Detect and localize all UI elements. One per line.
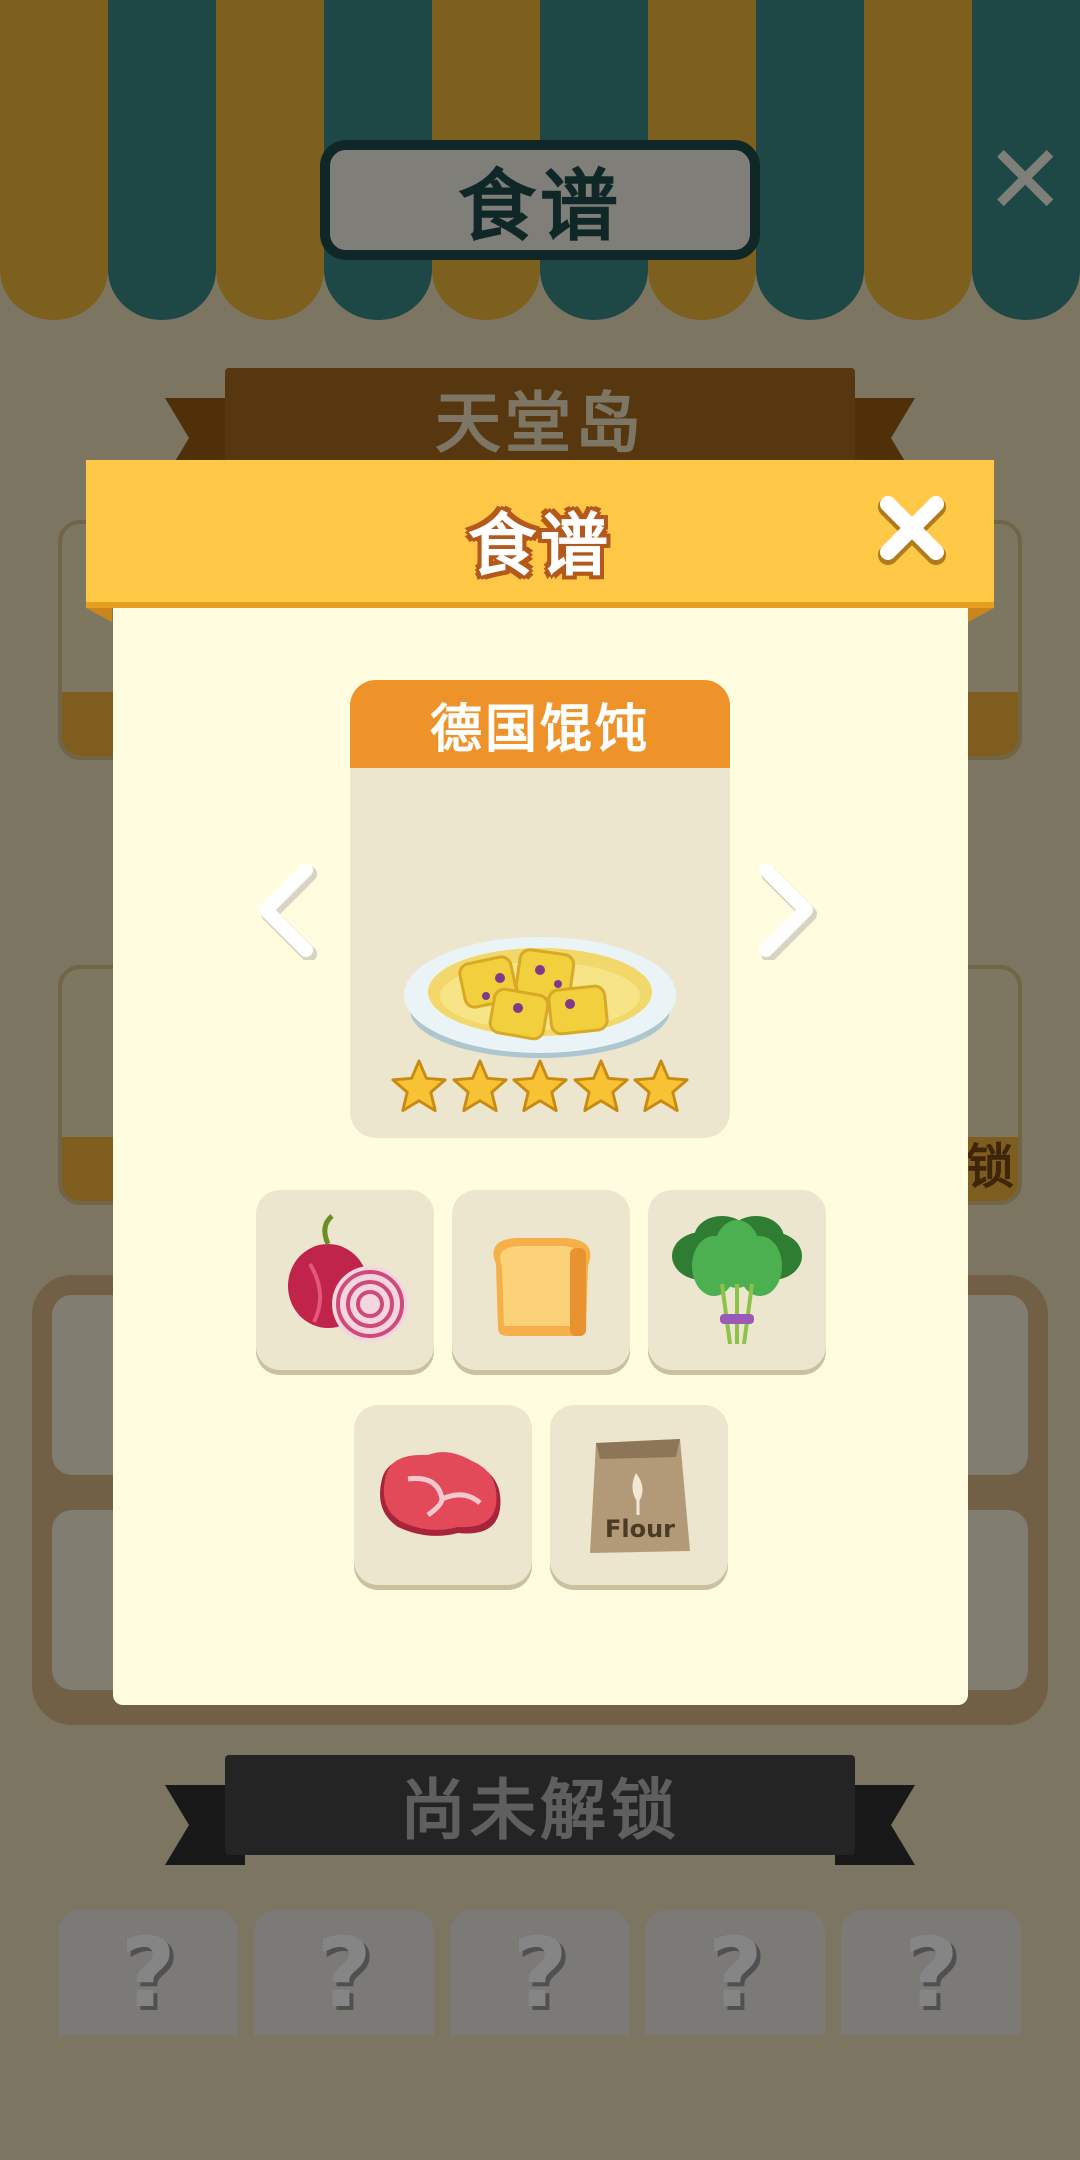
ravioli-soup-icon [404,937,676,1058]
flour-label: Flour [605,1515,675,1543]
ingredient-bread[interactable] [452,1190,630,1370]
modal-title: 食谱 [467,507,612,586]
chevron-left-icon[interactable] [251,860,321,960]
star-icon [633,1059,689,1113]
star-icon [451,1059,508,1113]
onion-icon [288,1214,408,1342]
close-icon[interactable] [872,488,952,568]
ingredient-spinach[interactable] [648,1190,826,1370]
bread-icon [493,1238,591,1336]
star-icon [572,1059,629,1113]
modal-header: 食谱 [86,460,994,622]
recipe-modal: 食谱 德国馄饨 Flour [86,460,994,1705]
spinach-icon [672,1216,802,1345]
star-rating [390,1058,690,1122]
ingredient-flour[interactable]: Flour [550,1405,728,1585]
ingredient-meat[interactable] [354,1405,532,1585]
ingredient-onion[interactable] [256,1190,434,1370]
star-icon [391,1059,447,1113]
recipe-name: 德国馄饨 [429,699,650,760]
flour-bag-icon: Flour [590,1439,690,1553]
recipe-card: 德国馄饨 [350,680,730,1138]
star-icon [512,1059,568,1113]
chevron-right-icon[interactable] [751,860,821,960]
recipe-name-bar: 德国馄饨 [350,680,730,768]
steak-icon [380,1452,501,1536]
